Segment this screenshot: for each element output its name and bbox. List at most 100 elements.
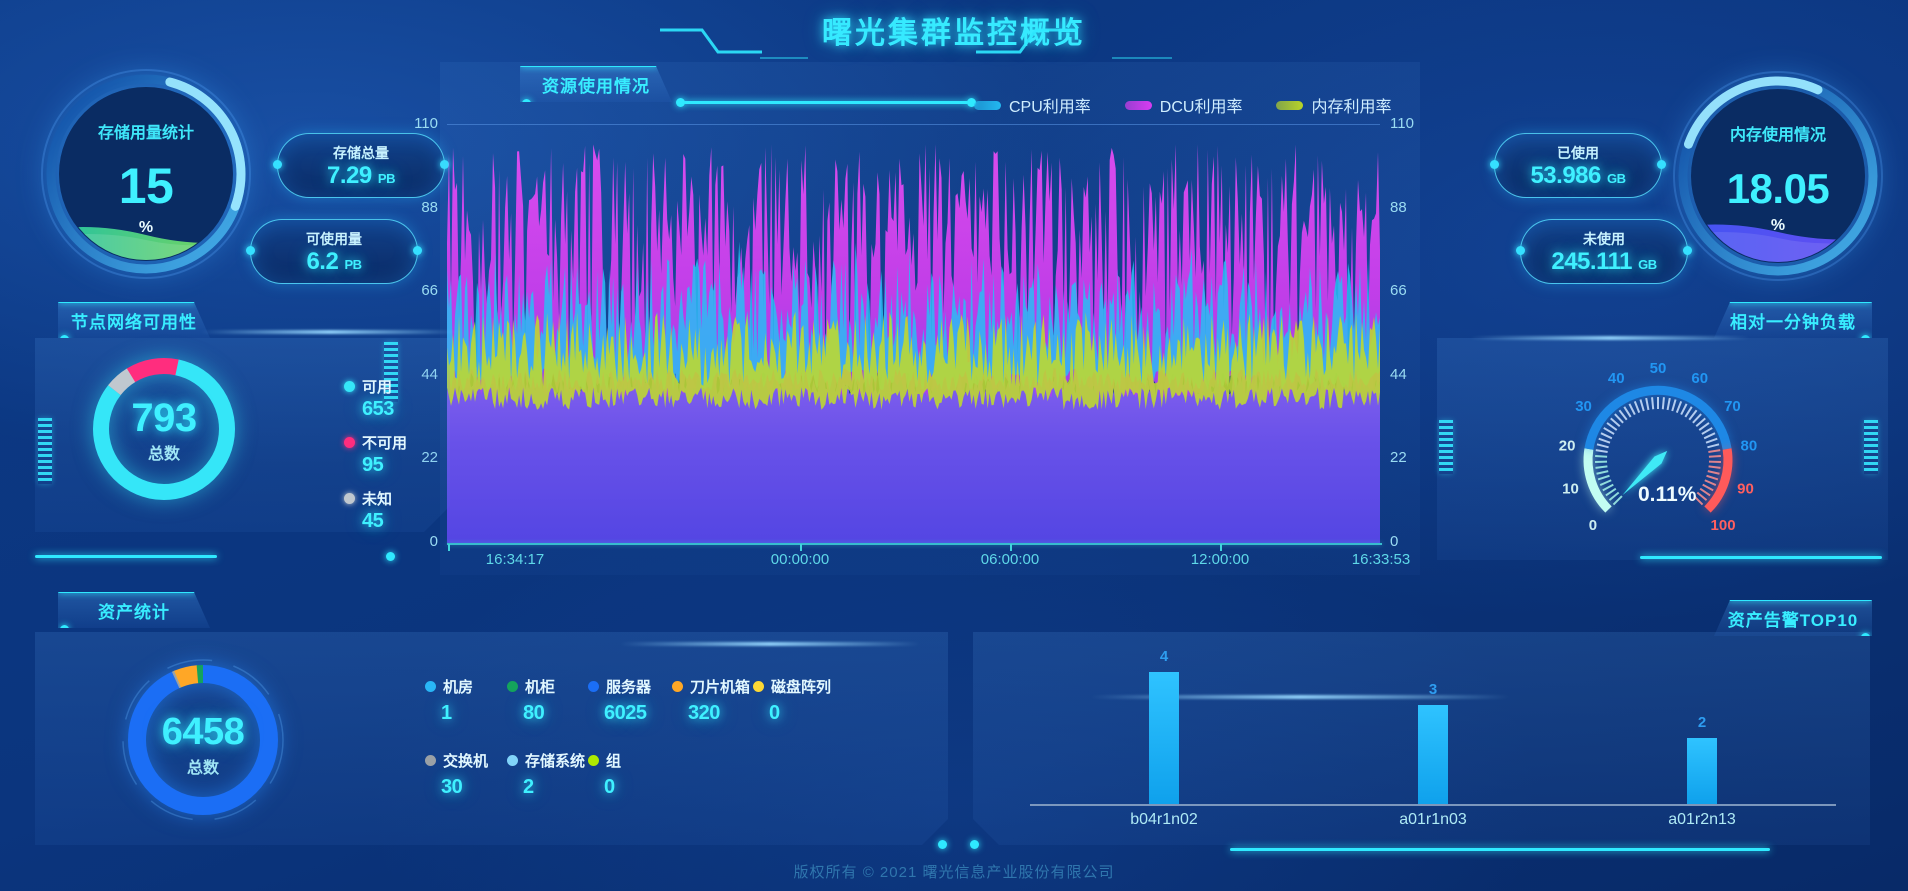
legend-label: 机柜	[525, 676, 555, 697]
legend-dot	[425, 681, 436, 692]
resource-panel-header: 资源使用情况	[520, 66, 672, 102]
asset-legend-item-存储系统: 存储系统2	[507, 750, 585, 799]
storage-usage-gauge: 存储用量统计 15 %	[32, 60, 260, 288]
pill-value: 6.2 PB	[251, 249, 417, 278]
legend-item-DCU利用率[interactable]: DCU利用率	[1125, 93, 1243, 117]
asset-legend-item-磁盘阵列: 磁盘阵列0	[753, 676, 831, 725]
assets-panel-header: 资产统计	[58, 592, 210, 628]
legend-dot	[507, 681, 518, 692]
asset-legend-item-组: 组0	[588, 750, 621, 799]
legend-value: 0	[604, 775, 621, 799]
legend-swatch	[1276, 101, 1303, 110]
x-axis-tick	[1010, 544, 1012, 551]
alarm-bar-a01r1n03	[1418, 705, 1448, 804]
bar-category-label: a01r1n03	[1399, 811, 1467, 829]
y-axis-label-left: 0	[392, 533, 438, 550]
legend-label: 刀片机箱	[690, 676, 750, 697]
x-axis-tick	[800, 544, 802, 551]
header-dot	[205, 297, 214, 306]
legend-value: 80	[523, 701, 555, 725]
legend-label: 交换机	[443, 750, 488, 771]
pill-label: 已使用	[1495, 143, 1661, 163]
flare-decoration	[200, 330, 460, 334]
storage-gauge-title: 存储用量统计	[98, 123, 194, 142]
corner-dot	[938, 840, 947, 849]
y-axis-label-right: 22	[1390, 449, 1436, 466]
svg-text:80: 80	[1741, 438, 1758, 455]
svg-text:20: 20	[1559, 438, 1576, 455]
asset-legend-item-机柜: 机柜 80	[507, 676, 555, 725]
x-axis-label: 06:00:00	[981, 551, 1039, 568]
y-axis-label-right: 110	[1390, 115, 1436, 132]
pill-value: 7.29 PB	[278, 163, 444, 192]
assets-donut-center: 6458 总数	[143, 712, 263, 778]
svg-text:50: 50	[1650, 360, 1667, 377]
legend-item-CPU利用率[interactable]: CPU利用率	[974, 93, 1091, 117]
asset-legend-item-交换机: 交换机 30	[425, 750, 488, 799]
legend-value: 45	[362, 509, 392, 533]
assets-total-label: 总数	[143, 754, 263, 778]
memory-used-pill: 已使用 53.986 GB	[1494, 133, 1662, 198]
panel-bottom-line	[1640, 556, 1882, 559]
flare-decoration	[620, 642, 920, 646]
header-dot	[205, 587, 214, 596]
dashboard: 曙光集群监控概览 存储用量统计 15 % 存储总量 7.29 PB	[0, 0, 1908, 891]
bar-category-label: b04r1n02	[1130, 811, 1198, 829]
pill-value: 53.986 GB	[1495, 163, 1661, 192]
node-legend-item-可用: 可用653	[344, 376, 394, 421]
title-left-deco-line	[660, 30, 762, 52]
node-total-value: 793	[104, 398, 224, 438]
stripes-decoration	[38, 418, 52, 484]
header-dot	[1710, 297, 1719, 306]
legend-value: 95	[362, 453, 407, 477]
y-axis-label-left: 110	[392, 115, 438, 132]
legend-dot	[753, 681, 764, 692]
legend-swatch	[1125, 101, 1152, 110]
bar-value-label: 4	[1160, 648, 1168, 665]
x-axis-tick	[448, 544, 450, 551]
legend-value: 653	[362, 397, 394, 421]
legend-dot	[425, 755, 436, 766]
pill-label: 可使用量	[251, 229, 417, 249]
legend-value: 30	[441, 775, 488, 799]
memory-gauge-value: 18.05	[1727, 165, 1830, 212]
memory-gauge-title: 内存使用情况	[1730, 125, 1826, 144]
svg-text:0: 0	[1589, 517, 1597, 534]
corner-dot	[970, 840, 979, 849]
legend-label: 内存利用率	[1311, 93, 1391, 117]
header-line	[58, 300, 196, 303]
title-right-deco-line	[976, 30, 1078, 52]
bar-value-label: 3	[1429, 681, 1437, 698]
alarm-panel-header: 资产告警TOP10	[1714, 600, 1872, 636]
legend-value: 1	[441, 701, 473, 725]
header-line	[1728, 598, 1872, 601]
y-axis-label-right: 66	[1390, 282, 1436, 299]
assets-panel-title: 资产统计	[98, 598, 170, 623]
resource-usage-chart	[447, 125, 1380, 543]
legend-label: 未知	[362, 488, 392, 509]
legend-label: 组	[606, 750, 621, 771]
storage-gauge-unit: %	[139, 219, 153, 236]
bar-category-label: a01r2n13	[1668, 811, 1736, 829]
storage-available-pill: 可使用量 6.2 PB	[250, 219, 418, 284]
bar-value-label: 2	[1698, 714, 1706, 731]
y-axis-label-left: 66	[392, 282, 438, 299]
alarm-panel-title: 资产告警TOP10	[1728, 606, 1859, 631]
legend-label: 存储系统	[525, 750, 585, 771]
legend-dot	[507, 755, 518, 766]
memory-usage-gauge: 内存使用情况 18.05 %	[1664, 62, 1892, 290]
legend-label: DCU利用率	[1160, 93, 1243, 117]
corner-dot	[386, 552, 395, 561]
node-donut-center: 793 总数	[104, 398, 224, 464]
svg-text:100: 100	[1711, 517, 1736, 534]
copyright-footer: 版权所有 © 2021 曙光信息产业股份有限公司	[0, 861, 1908, 882]
assets-total-value: 6458	[143, 712, 263, 752]
legend-item-内存利用率[interactable]: 内存利用率	[1276, 93, 1391, 117]
load-panel-header: 相对一分钟负载	[1714, 302, 1872, 338]
x-axis-line	[447, 543, 1382, 545]
svg-text:60: 60	[1691, 370, 1708, 387]
legend-value: 6025	[604, 701, 651, 725]
legend-dot	[672, 681, 683, 692]
storage-total-pill: 存储总量 7.29 PB	[277, 133, 445, 198]
memory-free-pill: 未使用 245.111 GB	[1520, 219, 1688, 284]
